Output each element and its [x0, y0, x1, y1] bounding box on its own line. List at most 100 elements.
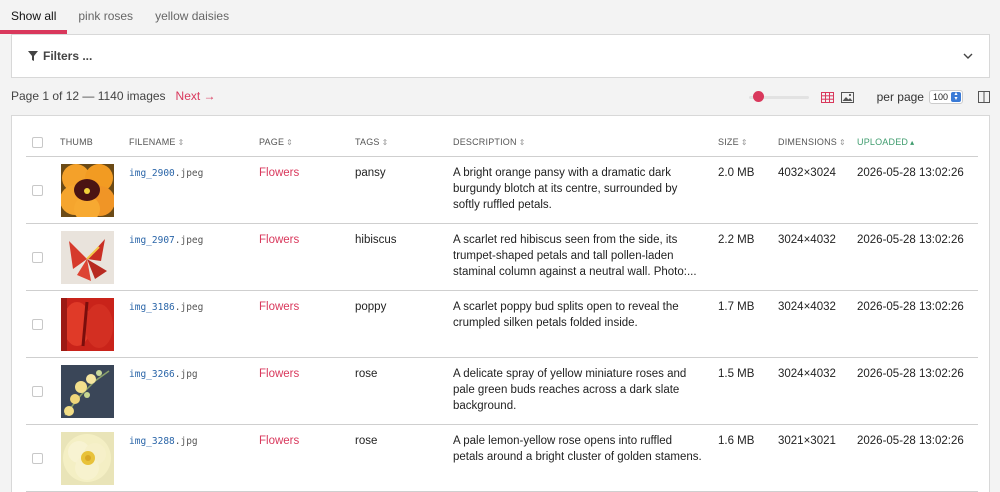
filters-label: Filters ... — [43, 49, 93, 63]
description-text: A scarlet poppy bud splits open to revea… — [453, 300, 679, 329]
description-text: A bright orange pansy with a dramatic da… — [453, 166, 678, 211]
page-link[interactable]: Flowers — [259, 435, 299, 447]
filename-ext: .jpeg — [174, 301, 204, 313]
page-cell: Flowers — [259, 223, 355, 291]
header-dimensions[interactable]: DIMENSIONS ⇕ — [778, 129, 857, 157]
next-page-link[interactable]: Next → — [176, 89, 216, 103]
row-checkbox[interactable] — [32, 452, 43, 464]
filename-ext: .jpeg — [174, 167, 204, 179]
filename-cell: img_2907.jpeg — [129, 223, 259, 291]
image-table-panel: THUMB FILENAME ⇕ PAGE ⇕ TAGS ⇕ DESCRIPTION ⇕… — [11, 115, 990, 492]
table-body: img_2900.jpeg Flowers pansy A bright orange… — [26, 156, 978, 492]
page-summary: Page 1 of 12 — 1140 images — [11, 89, 166, 103]
filename-cell: img_3186.jpeg — [129, 290, 259, 358]
description-cell: A scarlet red hibiscus seen from the sid… — [453, 223, 718, 291]
funnel-icon — [28, 51, 38, 61]
thumb-cell — [60, 424, 129, 492]
filename-ext: .jpg — [174, 435, 198, 447]
sort-icon: ⇕ — [381, 138, 389, 148]
filename-ext: .jpeg — [174, 234, 204, 246]
header-uploaded-label: UPLOADED — [857, 137, 909, 148]
row-select-cell — [26, 357, 60, 425]
page-cell: Flowers — [259, 357, 355, 425]
thumbnail-image[interactable] — [60, 364, 129, 418]
filename-link[interactable]: img_3186.jpeg — [129, 302, 203, 313]
tags-cell: hibiscus — [355, 223, 453, 291]
thumbnail-image[interactable] — [60, 431, 129, 485]
thumbnail-image[interactable] — [60, 230, 129, 284]
uploaded-cell: 2026-05-28 13:02:26 — [857, 357, 978, 425]
dimensions-cell: 4032×3024 — [778, 156, 857, 224]
tags-cell: rose — [355, 357, 453, 425]
columns-icon[interactable] — [978, 91, 990, 103]
page-link[interactable]: Flowers — [259, 167, 299, 179]
per-page-label: per page — [876, 90, 924, 104]
filters-panel[interactable]: Filters ... — [11, 34, 990, 78]
tab-yellow-daisies[interactable]: yellow daisies — [144, 0, 240, 34]
tags-cell: poppy — [355, 290, 453, 358]
grid-view-icon[interactable] — [840, 91, 855, 104]
sort-icon: ⇕ — [177, 138, 185, 148]
tab-pink-roses[interactable]: pink roses — [67, 0, 144, 34]
slider-handle[interactable] — [752, 91, 764, 102]
header-thumb: THUMB — [60, 129, 129, 157]
header-uploaded[interactable]: UPLOADED ▴ — [857, 129, 978, 157]
uploaded-cell: 2026-05-28 13:02:26 — [857, 290, 978, 358]
page-link[interactable]: Flowers — [259, 368, 299, 380]
thumbnail-image[interactable] — [60, 297, 129, 351]
image-table: THUMB FILENAME ⇕ PAGE ⇕ TAGS ⇕ DESCRIPTION ⇕… — [26, 129, 978, 492]
page-link[interactable]: Flowers — [259, 234, 299, 246]
filename-link[interactable]: img_2900.jpeg — [129, 168, 203, 179]
header-size-label: SIZE — [718, 137, 739, 148]
page-link[interactable]: Flowers — [259, 301, 299, 313]
row-checkbox[interactable] — [32, 385, 43, 397]
dimensions-cell: 3024×4032 — [778, 223, 857, 291]
per-page-select[interactable]: 100 ▴ ▾ — [928, 90, 963, 104]
filename-cell: img_2900.jpeg — [129, 156, 259, 224]
filename-link[interactable]: img_3266.jpg — [129, 369, 198, 380]
select-all-header — [26, 129, 60, 157]
tags-cell: rose — [355, 424, 453, 492]
sort-icon: ⇕ — [839, 138, 846, 148]
uploaded-cell: 2026-05-28 13:02:26 — [857, 156, 978, 224]
thumbnail-size-slider[interactable] — [748, 91, 809, 103]
header-page-label: PAGE — [259, 137, 285, 148]
header-description-label: DESCRIPTION — [453, 137, 517, 148]
row-select-cell — [26, 156, 60, 224]
description-cell: A delicate spray of yellow miniature ros… — [453, 357, 718, 425]
header-filename[interactable]: FILENAME ⇕ — [129, 129, 259, 157]
select-all-checkbox[interactable] — [32, 136, 43, 148]
tab-bar: Show all pink roses yellow daisies — [0, 0, 240, 34]
table-row: img_2900.jpeg Flowers pansy A bright orange… — [26, 156, 978, 224]
filename-link[interactable]: img_2907.jpeg — [129, 235, 203, 246]
sort-icon: ⇕ — [740, 138, 748, 148]
filename-link[interactable]: img_3288.jpg — [129, 436, 198, 447]
table-row: img_3288.jpg Flowers rose A pale lemon-yell… — [26, 424, 978, 492]
row-checkbox[interactable] — [32, 184, 43, 196]
header-description[interactable]: DESCRIPTION ⇕ — [453, 129, 718, 157]
table-view-icon[interactable] — [820, 91, 835, 104]
row-select-cell — [26, 223, 60, 291]
thumb-cell — [60, 290, 129, 358]
description-text: A scarlet red hibiscus seen from the sid… — [453, 233, 697, 278]
dimensions-cell: 3021×3021 — [778, 424, 857, 492]
tab-show-all[interactable]: Show all — [0, 0, 68, 34]
sort-icon: ⇕ — [286, 138, 294, 148]
page-cell: Flowers — [259, 424, 355, 492]
page-cell: Flowers — [259, 156, 355, 224]
thumbnail-image[interactable] — [60, 163, 129, 217]
filename-base: img_3266 — [129, 368, 175, 380]
pagination: Page 1 of 12 — 1140 images Next → — [11, 89, 216, 103]
table-row: img_3186.jpeg Flowers poppy A scarlet poppy… — [26, 290, 978, 358]
uploaded-cell: 2026-05-28 13:02:26 — [857, 424, 978, 492]
row-checkbox[interactable] — [32, 251, 43, 263]
uploaded-cell: 2026-05-28 13:02:26 — [857, 223, 978, 291]
page-cell: Flowers — [259, 290, 355, 358]
table-header-row: THUMB FILENAME ⇕ PAGE ⇕ TAGS ⇕ DESCRIPTION ⇕… — [26, 129, 978, 157]
header-page[interactable]: PAGE ⇕ — [259, 129, 355, 157]
row-checkbox[interactable] — [32, 318, 43, 330]
header-size[interactable]: SIZE ⇕ — [718, 129, 778, 157]
row-select-cell — [26, 424, 60, 492]
header-tags[interactable]: TAGS ⇕ — [355, 129, 453, 157]
chevron-down-icon[interactable] — [963, 53, 973, 60]
